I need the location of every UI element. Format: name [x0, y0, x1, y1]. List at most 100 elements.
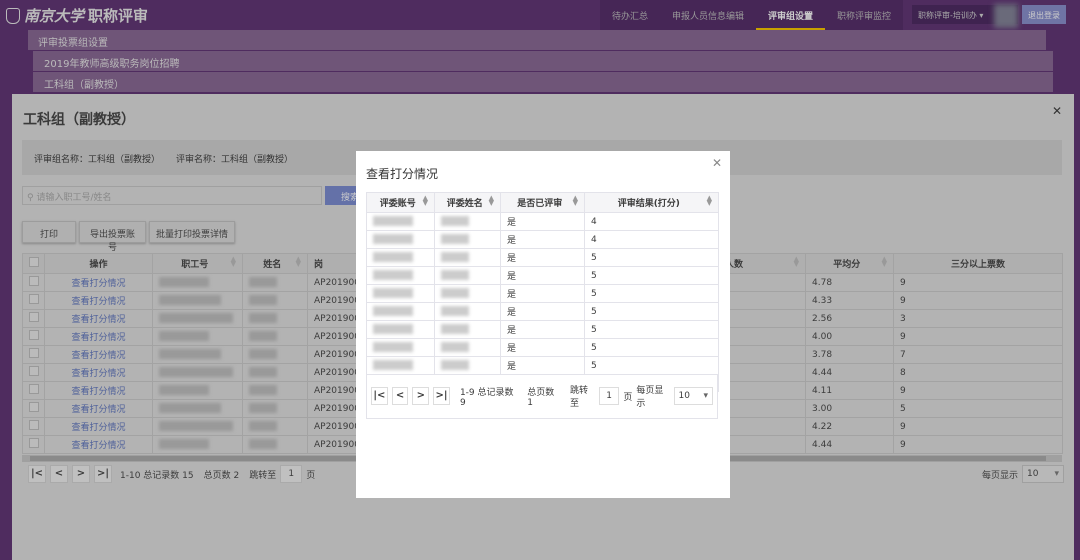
- name-cell: [242, 381, 308, 400]
- row-checkbox[interactable]: [22, 399, 45, 418]
- name-cell: [242, 273, 308, 292]
- last-page-button[interactable]: >|: [94, 465, 112, 483]
- staff-id-cell: [152, 291, 243, 310]
- view-scores-link[interactable]: 查看打分情况: [44, 273, 153, 292]
- batch-print-button[interactable]: 批量打印投票详情: [149, 221, 235, 243]
- col-above-three[interactable]: 三分以上票数: [893, 253, 1063, 274]
- print-button[interactable]: 打印: [22, 221, 76, 243]
- nav-group-settings[interactable]: 评审组设置: [756, 0, 826, 30]
- judge-name-cell: [434, 248, 501, 267]
- table-row: 是 5: [366, 356, 719, 375]
- view-scores-link[interactable]: 查看打分情况: [44, 363, 153, 382]
- staff-id-cell: [152, 363, 243, 382]
- nav-review-monitor[interactable]: 职称评审监控: [825, 0, 903, 30]
- search-icon: ⚲: [27, 193, 34, 203]
- breadcrumb-1[interactable]: 评审投票组设置: [28, 30, 1046, 50]
- logout-button[interactable]: 退出登录: [1022, 5, 1066, 24]
- group-name: 评审组名称：工科组（副教授）: [34, 155, 161, 165]
- view-scores-link[interactable]: 查看打分情况: [44, 291, 153, 310]
- close-icon[interactable]: ✕: [712, 156, 722, 170]
- last-page-button[interactable]: >|: [433, 387, 450, 405]
- table-pagination: |< < > >| 1-10 总记录数 15 总页数 2 跳转至 1 页: [28, 465, 315, 483]
- col-average[interactable]: 平均分 ▲ ▼: [805, 253, 894, 274]
- close-icon[interactable]: ✕: [1052, 104, 1062, 118]
- judge-name-cell: [434, 338, 501, 357]
- col-judge-name[interactable]: 评委姓名 ▲ ▼: [434, 192, 501, 213]
- page-input[interactable]: 1: [280, 465, 303, 483]
- page-unit: 页: [306, 470, 316, 481]
- name-cell: [242, 399, 308, 418]
- reviewed-cell: 是: [500, 320, 585, 339]
- view-scores-link[interactable]: 查看打分情况: [44, 417, 153, 436]
- view-scores-link[interactable]: 查看打分情况: [44, 345, 153, 364]
- prev-page-button[interactable]: <: [50, 465, 68, 483]
- row-checkbox[interactable]: [22, 327, 45, 346]
- table-row: 是 5: [366, 320, 719, 339]
- first-page-button[interactable]: |<: [28, 465, 46, 483]
- sort-icon: ▲ ▼: [572, 194, 578, 207]
- average-cell: 3.00: [805, 399, 894, 418]
- view-scores-link[interactable]: 查看打分情况: [44, 327, 153, 346]
- above-three-cell: 9: [893, 381, 1063, 400]
- score-cell: 5: [584, 302, 719, 321]
- sort-icon: ▲ ▼: [706, 194, 712, 207]
- view-scores-link[interactable]: 查看打分情况: [44, 435, 153, 454]
- prev-page-button[interactable]: <: [391, 387, 409, 405]
- average-cell: 3.78: [805, 345, 894, 364]
- col-score[interactable]: 评审结果(打分) ▲ ▼: [584, 192, 719, 213]
- row-checkbox[interactable]: [22, 363, 45, 382]
- first-page-button[interactable]: |<: [371, 387, 388, 405]
- col-judge-account[interactable]: 评委账号 ▲ ▼: [366, 192, 435, 213]
- page-unit: 页: [623, 392, 633, 403]
- col-name[interactable]: 姓名 ▲ ▼: [242, 253, 308, 274]
- average-cell: 4.33: [805, 291, 894, 310]
- name-cell: [242, 435, 308, 454]
- above-three-cell: 9: [893, 435, 1063, 454]
- above-three-cell: 5: [893, 399, 1063, 418]
- name-cell: [242, 417, 308, 436]
- row-checkbox[interactable]: [22, 291, 45, 310]
- logo-text: 南京大学: [24, 7, 85, 25]
- average-cell: 4.44: [805, 363, 894, 382]
- average-cell: 4.44: [805, 435, 894, 454]
- per-page-select[interactable]: 10: [1022, 465, 1065, 483]
- col-staff-id[interactable]: 职工号 ▲ ▼: [152, 253, 243, 274]
- nav-todo[interactable]: 待办汇总: [600, 0, 660, 30]
- view-scores-link[interactable]: 查看打分情况: [44, 399, 153, 418]
- breadcrumb-2[interactable]: 2019年教师高级职务岗位招聘: [33, 51, 1053, 71]
- export-accounts-button[interactable]: 导出投票账号: [79, 221, 146, 253]
- row-checkbox[interactable]: [22, 381, 45, 400]
- score-cell: 5: [584, 284, 719, 303]
- table-row: 是 5: [366, 284, 719, 303]
- score-cell: 5: [584, 320, 719, 339]
- row-checkbox[interactable]: [22, 309, 45, 328]
- jump-label: 跳转至: [249, 470, 277, 481]
- total-pages: 总页数 2: [203, 470, 240, 481]
- row-checkbox[interactable]: [22, 273, 45, 292]
- judge-account-cell: [366, 266, 435, 285]
- col-reviewed[interactable]: 是否已评审 ▲ ▼: [500, 192, 585, 213]
- per-page-select[interactable]: 10: [673, 387, 713, 405]
- view-scores-link[interactable]: 查看打分情况: [44, 381, 153, 400]
- nav-applicant-edit[interactable]: 申报人员信息编辑: [660, 0, 756, 30]
- search-input[interactable]: ⚲ 请输入职工号/姓名: [22, 186, 322, 205]
- view-scores-link[interactable]: 查看打分情况: [44, 309, 153, 328]
- next-page-button[interactable]: >: [72, 465, 90, 483]
- role-label: 职称评审-培训办: [918, 11, 977, 20]
- staff-id-cell: [152, 345, 243, 364]
- row-checkbox[interactable]: [22, 435, 45, 454]
- select-all-checkbox[interactable]: [22, 253, 45, 274]
- row-checkbox[interactable]: [22, 345, 45, 364]
- judge-name-cell: [434, 356, 501, 375]
- next-page-button[interactable]: >: [412, 387, 430, 405]
- breadcrumb-3[interactable]: 工科组（副教授）: [33, 72, 1053, 92]
- total-pages: 总页数 1: [527, 387, 555, 408]
- col-action: 操作: [44, 253, 153, 274]
- staff-id-cell: [152, 435, 243, 454]
- judge-account-cell: [366, 356, 435, 375]
- page-input[interactable]: 1: [598, 387, 620, 405]
- row-checkbox[interactable]: [22, 417, 45, 436]
- above-three-cell: 9: [893, 273, 1063, 292]
- average-cell: 2.56: [805, 309, 894, 328]
- score-cell: 4: [584, 212, 719, 231]
